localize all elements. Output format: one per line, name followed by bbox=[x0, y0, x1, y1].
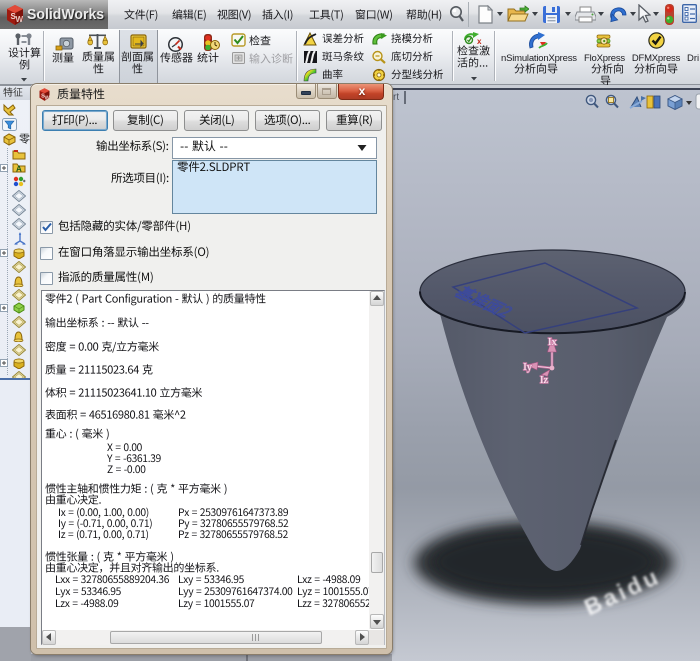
svg-text:Iy: Iy bbox=[523, 362, 532, 373]
svg-text:Iz: Iz bbox=[540, 375, 548, 386]
svg-text:W: W bbox=[45, 96, 51, 102]
svg-text:A: A bbox=[16, 165, 22, 174]
svg-text:Ix: Ix bbox=[548, 337, 557, 348]
svg-text:W: W bbox=[16, 15, 24, 24]
